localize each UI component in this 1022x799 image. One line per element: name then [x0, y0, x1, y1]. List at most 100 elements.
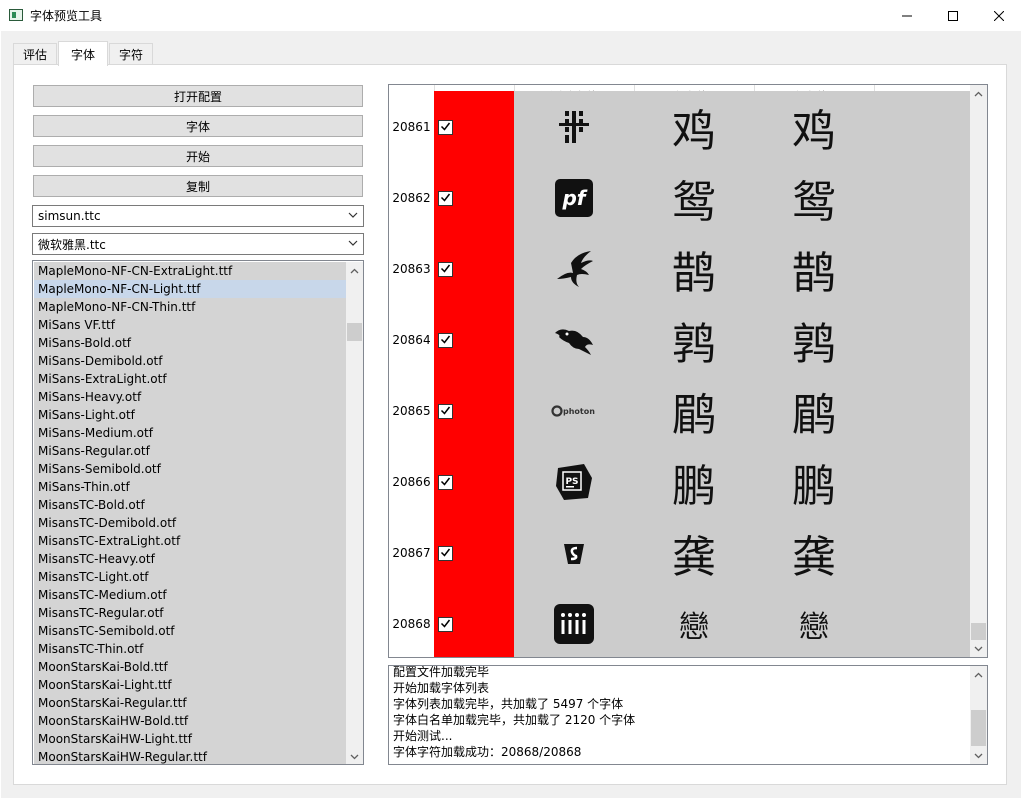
row-number: 20863	[389, 233, 434, 304]
table-row[interactable]: 20862 pf 鸳 鸳	[389, 162, 971, 234]
table-scrollbar[interactable]	[970, 85, 987, 657]
font-list-item[interactable]: MoonStarsKaiHW-Regular.ttf	[34, 748, 346, 764]
font-list-item[interactable]: MisansTC-Thin.otf	[34, 640, 346, 658]
font-list-item[interactable]: MiSans VF.ttf	[34, 316, 346, 334]
table-row[interactable]: 20864 鹑 鹑	[389, 304, 971, 376]
empty-cell	[874, 588, 971, 657]
empty-cell	[874, 162, 971, 234]
checkmark-icon	[440, 264, 451, 273]
tab-font[interactable]: 字体	[58, 41, 108, 66]
font-list-item[interactable]: MapleMono-NF-CN-Thin.ttf	[34, 298, 346, 316]
checkmark-icon	[440, 193, 451, 202]
empty-cell	[874, 233, 971, 305]
close-icon	[994, 10, 1004, 21]
font-list-item[interactable]: MoonStarsKaiHW-Light.ttf	[34, 730, 346, 748]
main-font-2-glyph: 鸡	[792, 105, 836, 157]
log-scroll-thumb[interactable]	[971, 710, 986, 746]
svg-text:pf: pf	[561, 186, 587, 210]
font-list-item[interactable]: MiSans-Thin.otf	[34, 478, 346, 496]
empty-cell	[874, 517, 971, 589]
table-row[interactable]: 20863 鹊 鹊	[389, 233, 971, 305]
pf-logo-icon: pf	[514, 162, 634, 233]
scroll-down-icon[interactable]	[970, 747, 987, 764]
main-font-1-glyph: 鸳	[672, 176, 716, 228]
row-number: 20866	[389, 446, 434, 517]
font-list-item[interactable]: MapleMono-NF-CN-Light.ttf	[34, 280, 346, 298]
font-list-item[interactable]: MiSans-Semibold.otf	[34, 460, 346, 478]
font-list-item[interactable]: MiSans-Heavy.otf	[34, 388, 346, 406]
open-config-button[interactable]: 打开配置	[33, 85, 363, 107]
row-checkbox[interactable]	[438, 546, 453, 561]
main-font-2-select[interactable]: 微软雅黑.ttc	[32, 233, 364, 255]
row-checkbox[interactable]	[438, 262, 453, 277]
row-checkbox[interactable]	[438, 333, 453, 348]
start-button[interactable]: 开始	[33, 145, 363, 167]
font-list-item[interactable]: MiSans-Light.otf	[34, 406, 346, 424]
scroll-up-icon[interactable]	[346, 262, 363, 279]
font-button[interactable]: 字体	[33, 115, 363, 137]
row-checkbox[interactable]	[438, 191, 453, 206]
main-font-2-value: 微软雅黑.ttc	[38, 237, 106, 252]
table-row[interactable]: 20867 龚 龚	[389, 517, 971, 589]
close-button[interactable]	[976, 0, 1022, 31]
main-font-1-glyph: 鹏	[672, 460, 716, 512]
scroll-down-icon[interactable]	[970, 640, 987, 657]
phoenix-bird-icon	[514, 233, 634, 304]
log-scrollbar[interactable]	[970, 666, 987, 764]
font-list-item[interactable]: MisansTC-Medium.otf	[34, 586, 346, 604]
font-list-item[interactable]: MisansTC-Bold.otf	[34, 496, 346, 514]
log-output[interactable]: 配置文件加载完毕 开始加载字体列表 字体列表加载完毕，共加载了 5497 个字体 字体…	[388, 665, 988, 765]
row-checkbox[interactable]	[438, 475, 453, 490]
scroll-up-icon[interactable]	[970, 666, 987, 683]
font-list-scroll-thumb[interactable]	[347, 323, 362, 341]
row-checkbox[interactable]	[438, 617, 453, 632]
table-row[interactable]: 20866 PS 鹏 鹏	[389, 446, 971, 518]
font-list-item[interactable]: MisansTC-ExtraLight.otf	[34, 532, 346, 550]
font-list-item[interactable]: MisansTC-Heavy.otf	[34, 550, 346, 568]
chevron-down-icon	[348, 237, 358, 252]
row-checkbox[interactable]	[438, 404, 453, 419]
table-row[interactable]: 20865 photon 鹛 鹛	[389, 375, 971, 447]
empty-cell	[874, 304, 971, 376]
font-file-list-items: MapleMono-NF-CN-ExtraLight.ttf MapleMono-…	[34, 262, 346, 764]
tab-character[interactable]: 字符	[109, 43, 153, 65]
font-list-item[interactable]: MiSans-Demibold.otf	[34, 352, 346, 370]
tab-evaluate[interactable]: 评估	[13, 43, 57, 65]
main-font-2-glyph: 鸳	[792, 176, 836, 228]
table-scroll-thumb[interactable]	[971, 623, 986, 640]
font-list-item[interactable]: MisansTC-Light.otf	[34, 568, 346, 586]
font-list-item[interactable]: MisansTC-Regular.otf	[34, 604, 346, 622]
font-list-item[interactable]: MiSans-Medium.otf	[34, 424, 346, 442]
row-number: 20862	[389, 162, 434, 233]
scroll-down-icon[interactable]	[346, 748, 363, 764]
font-list-item[interactable]: MoonStarsKaiHW-Bold.ttf	[34, 712, 346, 730]
font-list-item[interactable]: MiSans-ExtraLight.otf	[34, 370, 346, 388]
copy-button[interactable]: 复制	[33, 175, 363, 197]
font-list-item[interactable]: MisansTC-Demibold.otf	[34, 514, 346, 532]
scroll-up-icon[interactable]	[970, 85, 987, 102]
font-file-list[interactable]: MapleMono-NF-CN-ExtraLight.ttf MapleMono-…	[32, 260, 364, 765]
main-font-1-select[interactable]: simsun.ttc	[32, 205, 364, 227]
missing-glyph-indicator	[434, 162, 514, 234]
minimize-button[interactable]	[884, 0, 930, 31]
missing-glyph-indicator	[434, 375, 514, 447]
font-list-item[interactable]: MiSans-Bold.otf	[34, 334, 346, 352]
empty-cell	[874, 91, 971, 163]
font-list-item[interactable]: MoonStarsKai-Light.ttf	[34, 676, 346, 694]
log-line: 字体白名单加载完毕，共加载了 2120 个字体	[393, 713, 636, 727]
missing-glyph-indicator	[434, 588, 514, 657]
table-row[interactable]: 20868 戀 戀	[389, 588, 971, 657]
font-list-item[interactable]: MoonStarsKai-Regular.ttf	[34, 694, 346, 712]
font-list-scrollbar[interactable]	[346, 262, 363, 764]
log-lines: 配置文件加载完毕 开始加载字体列表 字体列表加载完毕，共加载了 5497 个字体 字体…	[389, 666, 969, 760]
font-list-item[interactable]: MisansTC-Semibold.otf	[34, 622, 346, 640]
font-list-item[interactable]: MiSans-Regular.otf	[34, 442, 346, 460]
s-cup-icon	[514, 517, 634, 588]
glyph-table[interactable]: 测试字体 主字体1 主字体2 20861鸡鸡20862pf鸳鸳20863鹊鹊20…	[388, 84, 988, 658]
row-checkbox[interactable]	[438, 120, 453, 135]
maximize-button[interactable]	[930, 0, 976, 31]
font-list-item[interactable]: MapleMono-NF-CN-ExtraLight.ttf	[34, 262, 346, 280]
font-list-item[interactable]: MoonStarsKai-Bold.ttf	[34, 658, 346, 676]
table-row[interactable]: 20861 鸡 鸡	[389, 91, 971, 163]
empty-cell	[874, 375, 971, 447]
